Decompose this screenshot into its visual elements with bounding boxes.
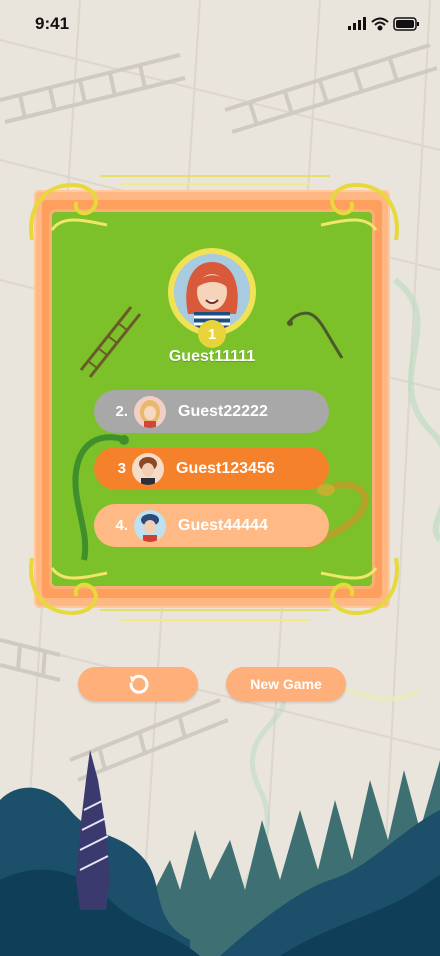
corner-ornament-bottom-right	[320, 557, 399, 616]
signal-icon	[348, 17, 366, 30]
avatar-capped-boy-icon	[134, 509, 166, 542]
corner-ornament-top-left	[29, 182, 108, 241]
ladder-icon	[79, 306, 142, 378]
restart-icon	[129, 674, 149, 694]
new-game-button[interactable]: New Game	[226, 667, 346, 701]
avatar-boy-icon	[132, 452, 164, 485]
leaderboard-row-4: 4. Guest44444	[94, 504, 329, 547]
winner-avatar	[174, 254, 250, 330]
avatar-girl-icon	[134, 395, 166, 428]
row-rank: 3	[117, 460, 126, 477]
row-player-name: Guest44444	[178, 516, 268, 534]
frame-top-ornament	[100, 175, 330, 185]
leaderboard-row-3: 3 Guest123456	[94, 447, 329, 490]
player-avatar	[134, 395, 166, 428]
player-avatar	[134, 509, 166, 542]
restart-button[interactable]	[78, 667, 198, 701]
row-player-name: Guest22222	[178, 402, 268, 420]
status-time: 9:41	[35, 14, 70, 33]
row-rank: 4.	[115, 517, 128, 534]
wifi-icon	[371, 17, 389, 31]
player-avatar	[132, 452, 164, 485]
row-player-name: Guest123456	[176, 459, 275, 477]
frame-bottom-ornament	[100, 609, 330, 621]
game-result-screen: 1 Guest11111 2. Guest22222 3 Guest123456	[0, 0, 440, 956]
winner-avatar-image	[174, 254, 250, 330]
winner-name: Guest11111	[168, 348, 256, 365]
snake-small-icon	[286, 311, 344, 359]
battery-icon	[393, 17, 419, 31]
forest-landscape	[0, 750, 440, 956]
row-rank: 2.	[115, 403, 128, 420]
corner-ornament-top-right	[320, 182, 399, 241]
leaderboard-row-2: 2. Guest22222	[94, 390, 329, 433]
winner-rank-badge: 1	[198, 320, 226, 348]
status-icons	[348, 17, 419, 31]
